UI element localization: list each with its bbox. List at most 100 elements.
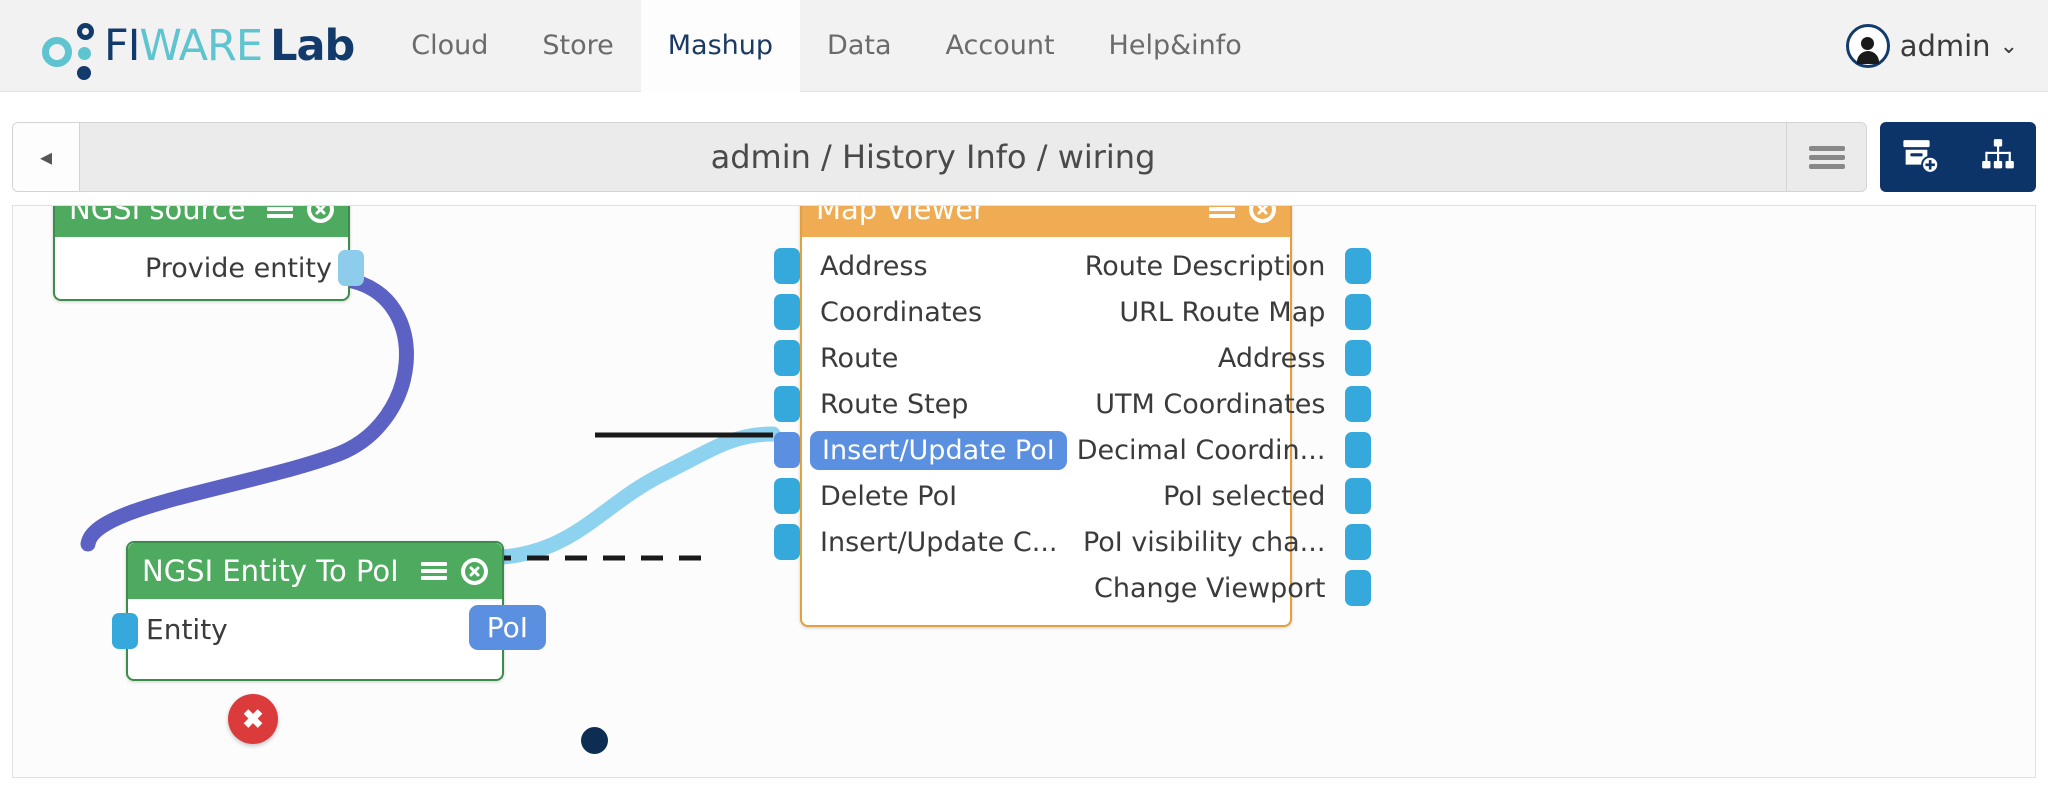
- endpoint-label: Route: [820, 342, 899, 374]
- hamburger-icon: [1209, 206, 1235, 221]
- nav-item-store[interactable]: Store: [515, 0, 640, 92]
- widget-close-button[interactable]: [461, 557, 488, 585]
- widget-header[interactable]: NGSI Entity To PoI: [128, 543, 502, 599]
- endpoint-label: Address: [820, 250, 928, 282]
- endpoint-label: Route Step: [820, 388, 969, 420]
- endpoint-connector[interactable]: [1345, 294, 1372, 330]
- hamburger-icon: [421, 559, 447, 583]
- endpoint-label: Provide entity: [144, 252, 332, 284]
- endpoint-connector[interactable]: [774, 248, 800, 284]
- endpoint-label: Address: [1217, 342, 1326, 374]
- endpoint-label: Insert/Update C...: [820, 526, 1058, 558]
- endpoint-connector[interactable]: [338, 250, 364, 286]
- endpoint-row-address-out[interactable]: Address: [1077, 335, 1372, 381]
- widget-menu-button[interactable]: [1209, 206, 1235, 221]
- endpoint-row-url-route-map[interactable]: URL Route Map: [1077, 289, 1372, 335]
- input-endpoints-column: Address Coordinates Route Route Step Ins…: [774, 243, 1077, 611]
- wiring-view-button[interactable]: [1978, 135, 2018, 180]
- endpoint-connector[interactable]: [774, 478, 800, 514]
- endpoint-label: Decimal Coordin...: [1076, 434, 1326, 466]
- endpoint-connector[interactable]: [774, 386, 800, 422]
- back-button[interactable]: ◂: [13, 123, 80, 191]
- endpoint-label: PoI selected: [1163, 480, 1326, 512]
- endpoint-row-poi-visibility-changed[interactable]: PoI visibility cha...: [1077, 519, 1372, 565]
- endpoint-label: Insert/Update PoI: [810, 430, 1067, 470]
- widget-body: Entity PoI: [112, 599, 546, 679]
- widget-close-button[interactable]: [307, 206, 334, 223]
- nav-item-mashup[interactable]: Mashup: [640, 0, 801, 92]
- endpoint-row-route-step[interactable]: Route Step: [774, 381, 1077, 427]
- widget-menu-button[interactable]: [267, 206, 293, 221]
- user-name: admin: [1899, 29, 1991, 63]
- widget-body: Address Coordinates Route Route Step Ins…: [774, 237, 1372, 625]
- endpoint-row-insert-update-c[interactable]: Insert/Update C...: [774, 519, 1077, 565]
- wiring-tree-icon: [1981, 138, 2014, 168]
- user-menu[interactable]: admin ⌄: [1845, 0, 2018, 92]
- endpoint-label-poi[interactable]: PoI: [468, 605, 546, 650]
- endpoint-connector[interactable]: [1345, 386, 1372, 422]
- endpoint-label-entity: Entity: [146, 613, 228, 646]
- endpoint-connector[interactable]: [774, 432, 800, 468]
- add-component-button[interactable]: [1899, 134, 1941, 181]
- endpoint-row-route[interactable]: Route: [774, 335, 1077, 381]
- top-navigation-bar: FIWARE Lab Cloud Store Mashup Data Accoun…: [0, 0, 2048, 92]
- endpoint-row-route-description[interactable]: Route Description: [1077, 243, 1372, 289]
- endpoint-connector[interactable]: [1345, 524, 1372, 560]
- endpoint-connector[interactable]: [1345, 340, 1372, 376]
- brand-text-fi: FI: [104, 20, 140, 71]
- endpoint-connector[interactable]: [774, 340, 800, 376]
- endpoint-connector[interactable]: [774, 294, 800, 330]
- output-endpoints-column: Route Description URL Route Map Address …: [1076, 243, 1372, 611]
- endpoint-connector[interactable]: [774, 524, 800, 560]
- endpoint-row-insert-update-poi[interactable]: Insert/Update PoI: [774, 427, 1077, 473]
- widget-map-viewer[interactable]: Map Viewer Address Coordinates Route Rou…: [774, 205, 1372, 627]
- brand-logo[interactable]: FIWARE Lab: [36, 0, 355, 92]
- widget-menu-button[interactable]: [421, 559, 447, 583]
- endpoint-row-delete-poi[interactable]: Delete PoI: [774, 473, 1077, 519]
- close-icon: [1253, 206, 1272, 219]
- endpoint-label: Coordinates: [820, 296, 983, 328]
- brand-wordmark: FIWARE Lab: [104, 20, 355, 71]
- brand-text-lab: Lab: [270, 20, 355, 71]
- widget-title: Map Viewer: [816, 205, 986, 226]
- endpoint-row-output[interactable]: Provide entity: [55, 245, 364, 291]
- endpoint-connector[interactable]: [1345, 570, 1372, 606]
- endpoint-row-coordinates[interactable]: Coordinates: [774, 289, 1077, 335]
- fiware-logo-icon: [36, 15, 98, 80]
- endpoint-row-address[interactable]: Address: [774, 243, 1077, 289]
- endpoint-label: Route Description: [1084, 250, 1326, 282]
- close-icon: [465, 561, 484, 581]
- add-component-icon: [1902, 139, 1939, 174]
- endpoint-connector[interactable]: [1345, 478, 1372, 514]
- wiring-canvas[interactable]: ✖ NGSI source Provide entity NGSI Entity…: [12, 205, 2036, 778]
- close-icon: [311, 206, 330, 219]
- widget-close-button[interactable]: [1249, 206, 1276, 223]
- endpoint-row-decimal-coordinates[interactable]: Decimal Coordin...: [1076, 427, 1372, 473]
- widget-ngsi-entity-to-poi[interactable]: NGSI Entity To PoI Entity PoI: [112, 541, 546, 681]
- endpoint-label: Delete PoI: [820, 480, 958, 512]
- nav-item-account[interactable]: Account: [919, 0, 1082, 92]
- endpoint-row-utm-coordinates[interactable]: UTM Coordinates: [1077, 381, 1372, 427]
- endpoint-row-change-viewport[interactable]: Change Viewport: [1077, 565, 1372, 611]
- widget-ngsi-source[interactable]: NGSI source Provide entity: [53, 205, 364, 301]
- endpoint-label: URL Route Map: [1119, 296, 1326, 328]
- toolbar-action-group: [1880, 122, 2036, 192]
- nav-item-helpinfo[interactable]: Help&info: [1082, 0, 1269, 92]
- delete-connection-button[interactable]: ✖: [228, 694, 278, 744]
- widget-title: NGSI source: [69, 205, 246, 226]
- toolbar-group: ◂ admin / History Info / wiring: [12, 122, 1867, 192]
- endpoint-row-poi-selected[interactable]: PoI selected: [1077, 473, 1372, 519]
- endpoint-connector[interactable]: [1345, 432, 1372, 468]
- main-menu: Cloud Store Mashup Data Account Help&inf…: [384, 0, 1269, 92]
- endpoint-label: Change Viewport: [1094, 572, 1326, 604]
- nav-item-data[interactable]: Data: [800, 0, 918, 92]
- widget-header[interactable]: Map Viewer: [802, 205, 1290, 237]
- widget-header[interactable]: NGSI source: [55, 205, 348, 237]
- breadcrumb: admin / History Info / wiring: [710, 138, 1156, 176]
- connection-source-dot[interactable]: [581, 727, 608, 754]
- endpoint-connector-input[interactable]: [112, 613, 138, 649]
- nav-item-cloud[interactable]: Cloud: [384, 0, 515, 92]
- brand-text-ware: WARE: [139, 20, 263, 71]
- endpoint-connector[interactable]: [1345, 248, 1372, 284]
- toolbar-menu-button[interactable]: [1786, 123, 1866, 191]
